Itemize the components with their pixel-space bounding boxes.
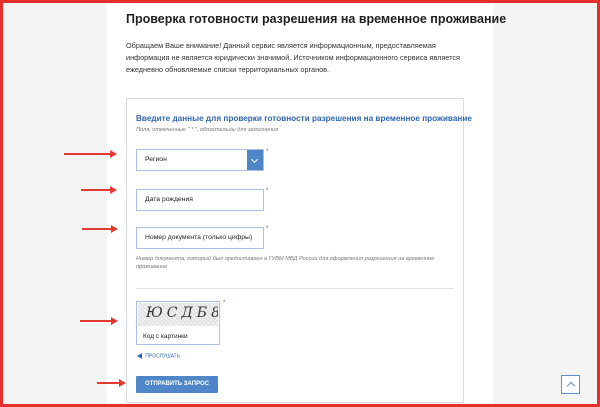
captcha-box: ЮСДБ8 Код с картинки	[136, 301, 220, 345]
red-arrow-annotation	[97, 379, 126, 387]
required-star: *	[266, 149, 269, 155]
captcha-image: ЮСДБ8	[138, 303, 218, 326]
red-arrow-annotation	[81, 186, 117, 194]
birth-date-placeholder: Дата рождения	[145, 196, 193, 203]
required-star: *	[223, 300, 226, 306]
submit-button[interactable]: ОТПРАВИТЬ ЗАПРОС	[136, 376, 218, 393]
document-number-placeholder: Номер документа (только цифры)	[145, 234, 253, 241]
required-note: Поля, отмеченные " * ", обязательны для …	[136, 127, 279, 133]
birth-date-field[interactable]: Дата рождения	[136, 189, 264, 211]
chevron-down-icon[interactable]	[247, 150, 263, 170]
captcha-text: ЮСДБ8	[146, 305, 218, 321]
required-star: *	[266, 226, 269, 232]
required-star: *	[266, 188, 269, 194]
document-hint: Номер документа, который был предоставле…	[136, 256, 435, 270]
intro-text: Обращаем Ваше внимание! Данный сервис яв…	[126, 41, 460, 74]
chevron-up-icon[interactable]	[561, 375, 580, 394]
region-select[interactable]: Регион	[136, 149, 264, 171]
listen-button[interactable]: прослушать	[137, 353, 180, 359]
speaker-icon	[137, 353, 142, 359]
red-arrow-annotation	[64, 150, 117, 158]
captcha-input[interactable]: Код с картинки	[137, 330, 219, 344]
form-title: Введите данные для проверки готовности р…	[136, 114, 472, 123]
captcha-placeholder: Код с картинки	[143, 333, 188, 340]
form-divider	[136, 288, 454, 289]
red-arrow-annotation	[82, 225, 118, 233]
page-title: Проверка готовности разрешения на времен…	[126, 12, 507, 26]
document-number-field[interactable]: Номер документа (только цифры)	[136, 227, 264, 249]
red-arrow-annotation	[80, 317, 118, 325]
region-select-label: Регион	[145, 156, 167, 163]
listen-label: прослушать	[145, 353, 180, 360]
